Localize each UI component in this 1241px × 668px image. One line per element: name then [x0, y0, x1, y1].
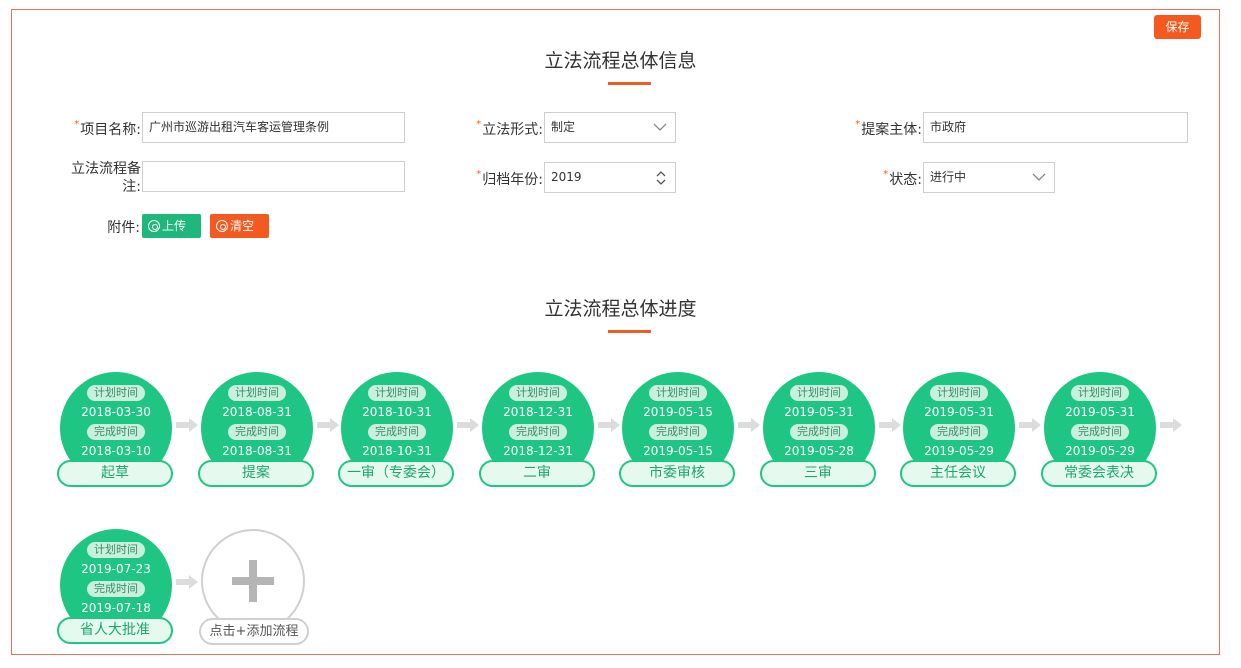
archive-year-label: *归档年份: [476, 169, 543, 188]
plan-time-label: 计划时间 [87, 542, 145, 558]
form-type-select[interactable]: 制定 [544, 112, 676, 143]
save-button[interactable]: 保存 [1154, 15, 1201, 39]
progress-section-underline [608, 330, 651, 333]
arrow-right-icon [737, 417, 761, 433]
arrow-right-icon [175, 417, 199, 433]
step-name[interactable]: 常委会表决 [1041, 460, 1157, 487]
attachment-label: 附件: [107, 220, 140, 236]
done-date: 2018-10-31 [362, 444, 432, 458]
status-select[interactable]: 进行中 [923, 162, 1055, 193]
plan-time-label: 计划时间 [649, 385, 707, 401]
plan-time-label: 计划时间 [368, 385, 426, 401]
step-name[interactable]: 市委审核 [619, 460, 735, 487]
remark-label: 立法流程备 注: [71, 160, 141, 196]
process-step[interactable]: 计划时间 2018-10-31 完成时间 2018-10-31 一审（专委会） [338, 372, 456, 490]
process-step[interactable]: 计划时间 2019-07-23 完成时间 2019-07-18 省人大批准 [57, 529, 175, 647]
step-name[interactable]: 二审 [479, 460, 595, 487]
done-time-label: 完成时间 [368, 424, 426, 440]
done-date: 2019-05-15 [643, 444, 713, 458]
step-name[interactable]: 三审 [760, 460, 876, 487]
progress-section-title: 立法流程总体进度 [544, 298, 697, 320]
status-value: 进行中 [930, 170, 967, 184]
done-time-label: 完成时间 [509, 424, 567, 440]
project-name-label: *项目名称: [74, 119, 141, 138]
info-section-underline [608, 82, 651, 85]
step-name[interactable]: 主任会议 [900, 460, 1016, 487]
done-date: 2019-07-18 [81, 601, 151, 615]
arrow-right-icon [316, 417, 340, 433]
proposer-label: *提案主体: [855, 119, 922, 138]
process-step[interactable]: 计划时间 2019-05-31 完成时间 2019-05-28 三审 [760, 372, 878, 490]
process-step[interactable]: 计划时间 2018-12-31 完成时间 2018-12-31 二审 [479, 372, 597, 490]
step-name[interactable]: 提案 [198, 460, 314, 487]
chevron-down-icon [1032, 173, 1046, 181]
chevron-down-icon [653, 123, 667, 131]
plan-date: 2018-10-31 [362, 405, 432, 419]
process-step[interactable]: 计划时间 2018-08-31 完成时间 2018-08-31 提案 [198, 372, 316, 490]
form-type-value: 制定 [551, 120, 576, 134]
done-date: 2018-03-10 [81, 444, 151, 458]
arrow-right-icon [878, 417, 902, 433]
done-date: 2018-12-31 [503, 444, 573, 458]
remark-label-line2: 注: [122, 179, 141, 195]
done-time-label: 完成时间 [790, 424, 848, 440]
arrow-right-icon [456, 417, 480, 433]
proposer-input[interactable]: 市政府 [923, 112, 1188, 143]
remark-label-line1: 立法流程备 [71, 161, 141, 177]
done-date: 2019-05-29 [924, 444, 994, 458]
plan-date: 2019-05-31 [784, 405, 854, 419]
done-date: 2019-05-28 [784, 444, 854, 458]
add-step-label[interactable]: 点击+添加流程 [199, 618, 309, 645]
step-name[interactable]: 起草 [57, 460, 173, 487]
upload-label: 上传 [162, 219, 187, 233]
plan-time-label: 计划时间 [790, 385, 848, 401]
plan-time-label: 计划时间 [1071, 385, 1129, 401]
done-time-label: 完成时间 [87, 581, 145, 597]
upload-button[interactable]: 上传 [142, 214, 201, 238]
plus-icon-vertical [249, 560, 257, 602]
arrow-right-icon [1018, 417, 1042, 433]
done-time-label: 完成时间 [228, 424, 286, 440]
done-date: 2018-08-31 [222, 444, 292, 458]
done-time-label: 完成时间 [930, 424, 988, 440]
plan-date: 2019-05-31 [1065, 405, 1135, 419]
clear-icon [216, 220, 228, 232]
process-step[interactable]: 计划时间 2018-03-30 完成时间 2018-03-10 起草 [57, 372, 175, 490]
add-step-button[interactable]: 点击+添加流程 [199, 529, 309, 645]
plan-date: 2019-05-15 [643, 405, 713, 419]
done-time-label: 完成时间 [1071, 424, 1129, 440]
done-time-label: 完成时间 [649, 424, 707, 440]
done-date: 2019-05-29 [1065, 444, 1135, 458]
done-time-label: 完成时间 [87, 424, 145, 440]
arrow-right-icon [175, 574, 199, 590]
arrow-right-icon [1159, 417, 1183, 433]
clear-button[interactable]: 清空 [210, 214, 269, 238]
remark-input[interactable] [142, 161, 405, 192]
plan-time-label: 计划时间 [87, 385, 145, 401]
plan-date: 2018-12-31 [503, 405, 573, 419]
upload-icon [148, 220, 160, 232]
archive-year-stepper[interactable]: 2019 [544, 162, 676, 193]
info-section-title: 立法流程总体信息 [544, 50, 697, 72]
step-name[interactable]: 省人大批准 [57, 617, 173, 644]
plan-date: 2018-08-31 [222, 405, 292, 419]
status-label: *状态: [883, 169, 922, 188]
plan-date: 2019-07-23 [81, 562, 151, 576]
plan-date: 2018-03-30 [81, 405, 151, 419]
process-step[interactable]: 计划时间 2019-05-31 完成时间 2019-05-29 主任会议 [900, 372, 1018, 490]
updown-icon[interactable] [656, 170, 666, 186]
form-type-label: *立法形式: [476, 119, 543, 138]
clear-label: 清空 [230, 219, 255, 233]
archive-year-value: 2019 [551, 170, 582, 184]
arrow-right-icon [597, 417, 621, 433]
plan-time-label: 计划时间 [930, 385, 988, 401]
plan-time-label: 计划时间 [509, 385, 567, 401]
step-name[interactable]: 一审（专委会） [338, 460, 454, 487]
project-name-input[interactable]: 广州市巡游出租汽车客运管理条例 [142, 112, 405, 143]
process-step[interactable]: 计划时间 2019-05-15 完成时间 2019-05-15 市委审核 [619, 372, 737, 490]
plan-time-label: 计划时间 [228, 385, 286, 401]
process-step[interactable]: 计划时间 2019-05-31 完成时间 2019-05-29 常委会表决 [1041, 372, 1159, 490]
plan-date: 2019-05-31 [924, 405, 994, 419]
